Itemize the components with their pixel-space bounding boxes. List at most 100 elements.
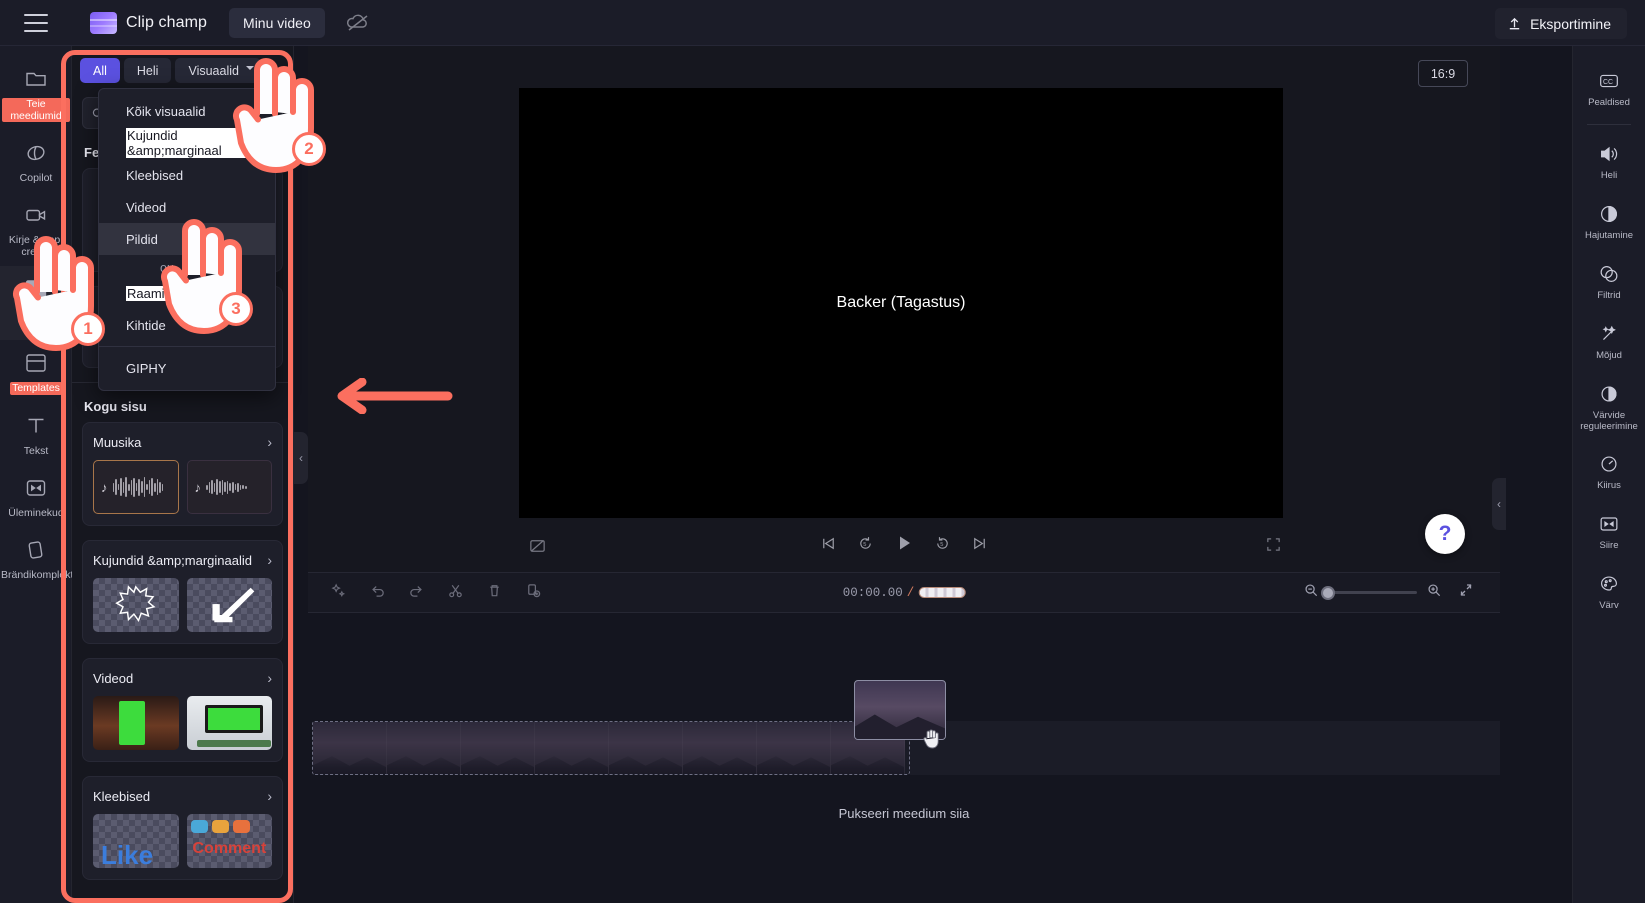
sidebar-label-your-media: Teie meediumid xyxy=(2,98,70,122)
export-button[interactable]: Eksportimine xyxy=(1495,8,1627,39)
trash-icon[interactable] xyxy=(486,582,503,604)
menu-item-shapes[interactable]: Kujundid &amp;marginaal xyxy=(99,127,275,159)
category-header-music[interactable]: Muusika › xyxy=(93,434,272,450)
category-card-shapes: Kujundid &amp;marginaalid › xyxy=(82,540,283,644)
content-library-icon xyxy=(23,276,49,302)
chevron-right-icon-3: › xyxy=(267,670,272,686)
menu-item-all-visuals[interactable]: Kõik visuaalid xyxy=(99,95,275,127)
skip-previous-icon[interactable] xyxy=(820,535,837,557)
panel-collapse-handle[interactable]: ‹ xyxy=(294,432,308,484)
visuals-dropdown-menu: Kõik visuaalid Kujundid &amp;marginaal K… xyxy=(98,88,276,391)
project-name-field[interactable]: Minu video xyxy=(229,8,325,38)
prop-item-speed[interactable]: Kiirus xyxy=(1573,441,1645,501)
play-icon[interactable] xyxy=(894,533,914,558)
zoom-in-icon[interactable] xyxy=(1427,583,1442,603)
shape-thumb-burst[interactable] xyxy=(93,578,179,632)
prop-item-color[interactable]: Värv xyxy=(1573,561,1645,621)
fit-to-screen-icon[interactable] xyxy=(1458,582,1474,603)
prop-label-transition: Siire xyxy=(1599,541,1618,552)
color-palette-icon xyxy=(1597,572,1621,596)
filmstrip-cell xyxy=(609,722,683,774)
sidebar-item-content-library[interactable]: Content library xyxy=(0,266,72,340)
menu-item-giphy[interactable]: GIPHY xyxy=(99,352,275,384)
prop-item-color-adjust[interactable]: Värvide reguleerimine xyxy=(1573,371,1645,442)
sidebar-item-record-create[interactable]: Kirje &amp; create xyxy=(0,192,72,266)
menu-item-videos[interactable]: Videod xyxy=(99,191,275,223)
tab-visuals[interactable]: Visuaalid xyxy=(175,58,261,83)
sidebar-label-content-library: Content library xyxy=(2,308,70,332)
music-thumb-2[interactable]: ♪ xyxy=(187,460,273,514)
panel-overlay-text: ou xyxy=(160,261,174,275)
prop-item-fade[interactable]: Hajutamine xyxy=(1573,191,1645,251)
shape-thumb-arrow[interactable] xyxy=(187,578,273,632)
brand-logo[interactable]: Clip champ xyxy=(90,12,207,34)
no-preview-icon[interactable] xyxy=(528,536,547,560)
menu-item-images[interactable]: Pildid xyxy=(99,223,275,255)
cloud-off-icon[interactable] xyxy=(345,10,371,36)
help-button[interactable]: ? xyxy=(1425,514,1465,554)
filters-icon xyxy=(1597,262,1621,286)
category-header-stickers[interactable]: Kleebised › xyxy=(93,788,272,804)
video-thumb-laptop[interactable] xyxy=(187,696,273,750)
category-title-videos: Videod xyxy=(93,671,133,686)
fade-icon xyxy=(1597,202,1621,226)
skip-next-icon[interactable] xyxy=(971,535,988,557)
zoom-slider-knob[interactable] xyxy=(1321,586,1335,600)
music-thumb-1[interactable]: ♪ xyxy=(93,460,179,514)
sidebar-item-brand-kit[interactable]: Brändikomplekt xyxy=(0,527,72,589)
prop-label-color-adjust: Värvide reguleerimine xyxy=(1574,411,1644,433)
tab-all[interactable]: All xyxy=(80,58,120,83)
undo-icon[interactable] xyxy=(369,582,386,604)
prop-item-effects[interactable]: Mõjud xyxy=(1573,311,1645,371)
menu-label: Kleebised xyxy=(126,168,183,183)
prop-item-captions[interactable]: CC Pealdised xyxy=(1573,58,1645,118)
current-time: 00:00.00 xyxy=(843,586,903,600)
prop-label-speed: Kiirus xyxy=(1597,481,1621,492)
tab-visuals-label: Visuaalid xyxy=(188,64,239,78)
zoom-slider[interactable] xyxy=(1329,591,1417,594)
right-panel-collapse-handle[interactable]: ‹ xyxy=(1492,478,1506,530)
sticker-thumb-like[interactable]: Like xyxy=(93,814,179,868)
video-thumb-street[interactable] xyxy=(93,696,179,750)
prop-item-filters[interactable]: Filtrid xyxy=(1573,251,1645,311)
aspect-ratio-button[interactable]: 16:9 xyxy=(1418,60,1468,87)
menu-item-stickers[interactable]: Kleebised xyxy=(99,159,275,191)
menu-label: Kujundid &amp;marginaal xyxy=(126,128,275,158)
sidebar-label-text: Tekst xyxy=(24,445,49,457)
tab-audio[interactable]: Heli xyxy=(124,58,172,83)
hamburger-icon[interactable] xyxy=(24,14,48,32)
sidebar-item-your-media[interactable]: Teie meediumid xyxy=(0,56,72,130)
brand-kit-icon xyxy=(23,537,49,563)
filmstrip-cell xyxy=(461,722,535,774)
fullscreen-icon[interactable] xyxy=(1265,536,1282,558)
sticker-thumb-comment[interactable]: Comment xyxy=(187,814,273,868)
rewind-5-icon[interactable]: 5 xyxy=(857,535,874,557)
copilot-icon xyxy=(23,140,49,166)
sidebar-item-transitions[interactable]: Üleminekud xyxy=(0,465,72,527)
menu-label: Kõik visuaalid xyxy=(126,104,206,119)
upload-icon xyxy=(1507,16,1522,31)
forward-5-icon[interactable]: 5 xyxy=(934,535,951,557)
redo-icon[interactable] xyxy=(408,582,425,604)
menu-item-layers[interactable]: Kihtide xyxy=(99,309,275,341)
timeline-dropzone[interactable] xyxy=(312,721,910,775)
timeline-body[interactable]: Pukseeri meedium siia xyxy=(308,612,1500,903)
zoom-out-icon[interactable] xyxy=(1304,583,1319,603)
menu-item-frames[interactable]: Raamid o xyxy=(99,277,275,309)
magic-sparkle-icon[interactable] xyxy=(330,582,347,604)
category-header-videos[interactable]: Videod › xyxy=(93,670,272,686)
prop-item-transition[interactable]: Siire xyxy=(1573,501,1645,561)
duplicate-icon[interactable] xyxy=(525,582,542,604)
filmstrip-cell xyxy=(683,722,757,774)
scissors-icon[interactable] xyxy=(447,582,464,604)
category-header-shapes[interactable]: Kujundid &amp;marginaalid › xyxy=(93,552,272,568)
sidebar-item-text[interactable]: Tekst xyxy=(0,403,72,465)
prop-item-audio[interactable]: Heli xyxy=(1573,131,1645,191)
sidebar-item-templates[interactable]: Templates xyxy=(0,340,72,402)
sidebar-item-copilot[interactable]: Copilot xyxy=(0,130,72,192)
menu-separator xyxy=(99,346,275,347)
video-preview-stage[interactable]: Backer (Tagastus) xyxy=(519,88,1283,518)
chevron-right-icon-2: › xyxy=(267,552,272,568)
chevron-left-icon-2: ‹ xyxy=(1497,497,1501,511)
filmstrip-cell xyxy=(535,722,609,774)
